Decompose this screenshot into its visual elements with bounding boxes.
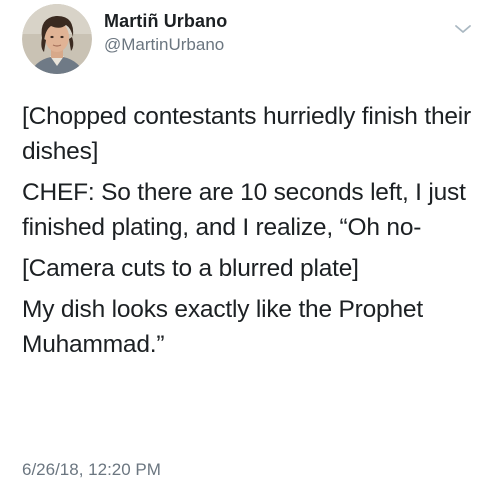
author-info[interactable]: Martiñ Urbano @MartinUrbano [104,10,227,56]
avatar-photo [22,4,92,74]
tweet-paragraph: CHEF: So there are 10 seconds left, I ju… [22,179,466,241]
tweet-paragraph: [Camera cuts to a blurred plate] [22,255,359,282]
tweet-timestamp[interactable]: 6/26/18, 12:20 PM [22,459,161,481]
tweet-header: Martiñ Urbano @MartinUrbano [22,4,472,76]
avatar[interactable] [22,4,92,74]
chevron-down-icon[interactable] [454,22,472,34]
tweet-card: Martiñ Urbano @MartinUrbano [Chopped con… [0,0,486,500]
tweet-paragraph: My dish looks exactly like the Prophet M… [22,296,423,358]
tweet-paragraph: [Chopped contestants hurriedly finish th… [22,103,471,165]
user-handle[interactable]: @MartinUrbano [104,34,227,56]
display-name[interactable]: Martiñ Urbano [104,10,227,32]
tweet-text: [Chopped contestants hurriedly finish th… [22,99,472,368]
